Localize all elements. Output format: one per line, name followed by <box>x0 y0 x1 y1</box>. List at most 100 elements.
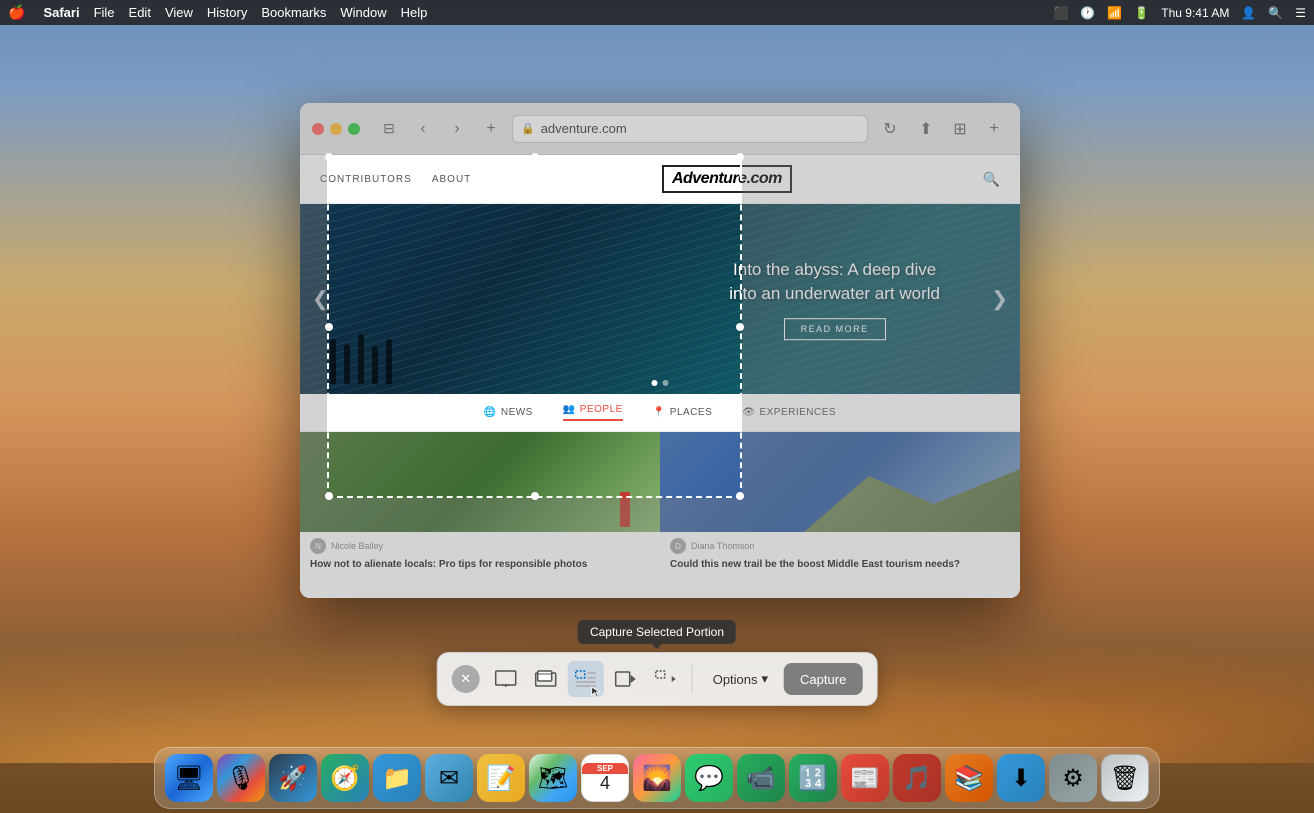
hero-dot-2[interactable] <box>663 380 669 386</box>
dock-mail[interactable]: ✉ <box>425 754 473 802</box>
dock-books[interactable]: 📚 <box>945 754 993 802</box>
dock-notes[interactable]: 📝 <box>477 754 525 802</box>
forward-button[interactable]: › <box>444 116 470 142</box>
apple-menu[interactable]: 🍎 <box>8 4 25 21</box>
sidebar-button[interactable]: ⊟ <box>376 116 402 142</box>
dock-finder[interactable]: 🖥 <box>165 754 213 802</box>
options-chevron-icon: ▾ <box>762 671 769 687</box>
dock-facetime[interactable]: 📹 <box>737 754 785 802</box>
menu-edit[interactable]: Edit <box>129 5 151 20</box>
article-figure-1 <box>620 492 630 527</box>
article-title-1[interactable]: How not to alienate locals: Pro tips for… <box>310 558 650 572</box>
back-button[interactable]: ‹ <box>410 116 436 142</box>
cat-places[interactable]: 📍 PLACES <box>653 404 712 421</box>
dock-safari[interactable]: 🧭 <box>321 754 369 802</box>
time-display: Thu 9:41 AM <box>1161 6 1229 20</box>
nav-contributors[interactable]: CONTRIBUTORS <box>320 174 412 185</box>
browser-window: ⊟ ‹ › + 🔒 adventure.com ↻ ⬆ ⊞ + CONTRIBU… <box>300 103 1020 598</box>
site-nav: CONTRIBUTORS ABOUT Adventure.com 🔍 <box>300 155 1020 204</box>
dock-system-preferences[interactable]: ⚙ <box>1049 754 1097 802</box>
capture-button[interactable]: Capture <box>784 663 862 695</box>
cat-news[interactable]: 🌐 NEWS <box>484 404 533 421</box>
new-tab-button[interactable]: + <box>478 116 504 142</box>
silhouette-2 <box>344 344 350 384</box>
hero-title-line2: into an underwater art world <box>729 284 940 303</box>
hero-next-button[interactable]: ❯ <box>991 287 1008 312</box>
nav-about[interactable]: ABOUT <box>432 174 471 185</box>
hero-prev-button[interactable]: ❮ <box>312 287 329 312</box>
capture-selected-window-button[interactable] <box>528 661 564 697</box>
author-avatar-1: N <box>310 538 326 554</box>
cat-places-icon: 📍 <box>653 407 666 418</box>
tooltip: Capture Selected Portion <box>578 620 736 644</box>
menu-window[interactable]: Window <box>340 5 386 20</box>
dock-launchpad[interactable]: 🚀 <box>269 754 317 802</box>
menu-history[interactable]: History <box>207 5 247 20</box>
capture-selected-portion-button[interactable] <box>568 661 604 697</box>
close-button[interactable] <box>312 123 324 135</box>
hero-title-line1: Into the abyss: A deep dive <box>733 260 936 279</box>
share-button[interactable]: ⬆ <box>912 115 940 143</box>
hero-text: Into the abyss: A deep dive into an unde… <box>729 258 940 340</box>
record-selected-portion-button[interactable] <box>648 661 684 697</box>
menu-help[interactable]: Help <box>401 5 428 20</box>
dock-messages[interactable]: 💬 <box>685 754 733 802</box>
author-avatar-2: D <box>670 538 686 554</box>
site-search-icon[interactable]: 🔍 <box>983 171 1000 188</box>
minimize-button[interactable] <box>330 123 342 135</box>
articles-grid: N Nicole Bailey How not to alienate loca… <box>300 432 1020 578</box>
address-bar[interactable]: 🔒 adventure.com <box>512 115 868 143</box>
toolbar-bar: ✕ <box>437 652 878 706</box>
dock-maps[interactable]: 🗺 <box>529 754 577 802</box>
dock-numbers[interactable]: 🔢 <box>789 754 837 802</box>
record-entire-screen-button[interactable] <box>608 661 644 697</box>
dock-folder[interactable]: 📁 <box>373 754 421 802</box>
article-img-1 <box>300 432 660 532</box>
cat-experiences[interactable]: 👁 EXPERIENCES <box>742 404 836 421</box>
control-center-icon[interactable]: ☰ <box>1295 6 1306 20</box>
dock-calendar[interactable]: SEP 4 <box>581 754 629 802</box>
article-author-2: D Diana Thomson <box>670 538 1010 554</box>
battery-icon: 🔋 <box>1134 6 1149 20</box>
traffic-lights <box>312 123 360 135</box>
app-name[interactable]: Safari <box>43 5 79 20</box>
site-hero: Into the abyss: A deep dive into an unde… <box>300 204 1020 394</box>
clock-icon: 🕐 <box>1080 6 1095 20</box>
article-card-1: N Nicole Bailey How not to alienate loca… <box>300 432 660 578</box>
cat-news-icon: 🌐 <box>484 407 497 418</box>
reload-button[interactable]: ↻ <box>876 115 904 143</box>
search-icon[interactable]: 🔍 <box>1268 6 1283 20</box>
dock-siri[interactable]: 🎙 <box>217 754 265 802</box>
cat-people-icon: 👥 <box>563 404 576 415</box>
lock-icon: 🔒 <box>521 122 535 135</box>
article-title-2[interactable]: Could this new trail be the boost Middle… <box>670 558 1010 572</box>
options-label: Options <box>713 672 758 687</box>
toolbar-actions: ⬆ ⊞ + <box>912 115 1008 143</box>
airplay-icon: ⬛ <box>1053 6 1068 20</box>
dock-news[interactable]: 📰 <box>841 754 889 802</box>
cat-people[interactable]: 👥 PEOPLE <box>563 404 623 421</box>
add-tab-button[interactable]: ⊞ <box>946 115 974 143</box>
dock-appstore[interactable]: ⬇ <box>997 754 1045 802</box>
article-author-1: N Nicole Bailey <box>310 538 650 554</box>
capture-entire-screen-button[interactable] <box>488 661 524 697</box>
new-window-button[interactable]: + <box>980 115 1008 143</box>
screenshot-toolbar: Capture Selected Portion ✕ <box>437 620 878 706</box>
menu-view[interactable]: View <box>165 5 193 20</box>
hero-dot-1[interactable] <box>652 380 658 386</box>
article-card-2: D Diana Thomson Could this new trail be … <box>660 432 1020 578</box>
hero-cta-button[interactable]: READ MORE <box>784 318 886 340</box>
dock-photos[interactable]: 🌄 <box>633 754 681 802</box>
hero-dots <box>652 380 669 386</box>
menubar-right: ⬛ 🕐 📶 🔋 Thu 9:41 AM 👤 🔍 ☰ <box>1053 6 1306 20</box>
dock-trash[interactable]: 🗑 <box>1101 754 1149 802</box>
options-button[interactable]: Options ▾ <box>701 663 780 695</box>
dock-music[interactable]: 🎵 <box>893 754 941 802</box>
close-screenshot-button[interactable]: ✕ <box>452 665 480 693</box>
tooltip-text: Capture Selected Portion <box>590 625 724 639</box>
menu-file[interactable]: File <box>94 5 115 20</box>
site-logo: Adventure.com <box>662 165 792 193</box>
menu-bookmarks[interactable]: Bookmarks <box>261 5 326 20</box>
zoom-button[interactable] <box>348 123 360 135</box>
silhouette-5 <box>386 339 392 384</box>
